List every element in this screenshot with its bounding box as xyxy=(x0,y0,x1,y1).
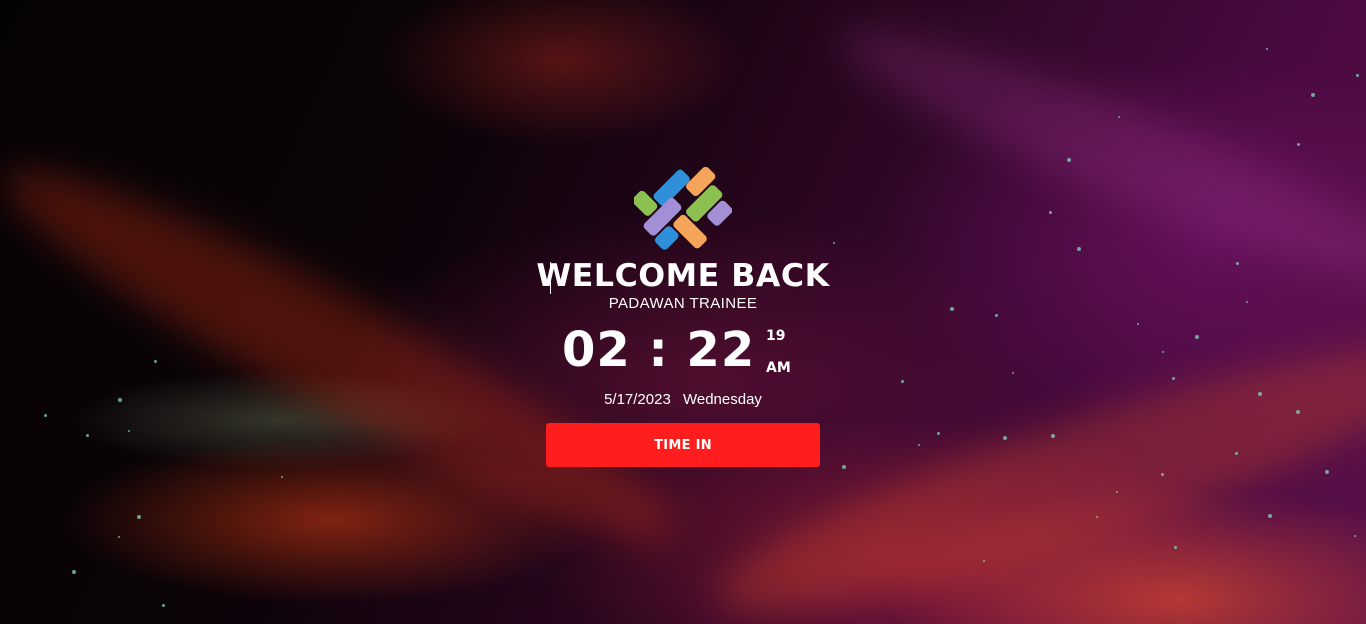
date-row: 5/17/2023 Wednesday xyxy=(0,391,1366,408)
clock-time: 02 : 22 xyxy=(562,322,756,378)
welcome-title: WELCOME BACK xyxy=(536,258,830,294)
clock-seconds: 19 xyxy=(766,328,786,344)
current-date: 5/17/2023 xyxy=(604,391,671,408)
current-weekday: Wednesday xyxy=(682,391,762,408)
user-role-subtitle: PADAWAN TRAINEE xyxy=(608,295,758,312)
login-stage: WELCOME BACK PADAWAN TRAINEE 02 : 22 19 … xyxy=(0,0,1366,624)
app-logo xyxy=(634,166,732,250)
time-in-button[interactable]: TIME IN xyxy=(546,423,820,467)
clock-ampm: AM xyxy=(766,360,791,376)
